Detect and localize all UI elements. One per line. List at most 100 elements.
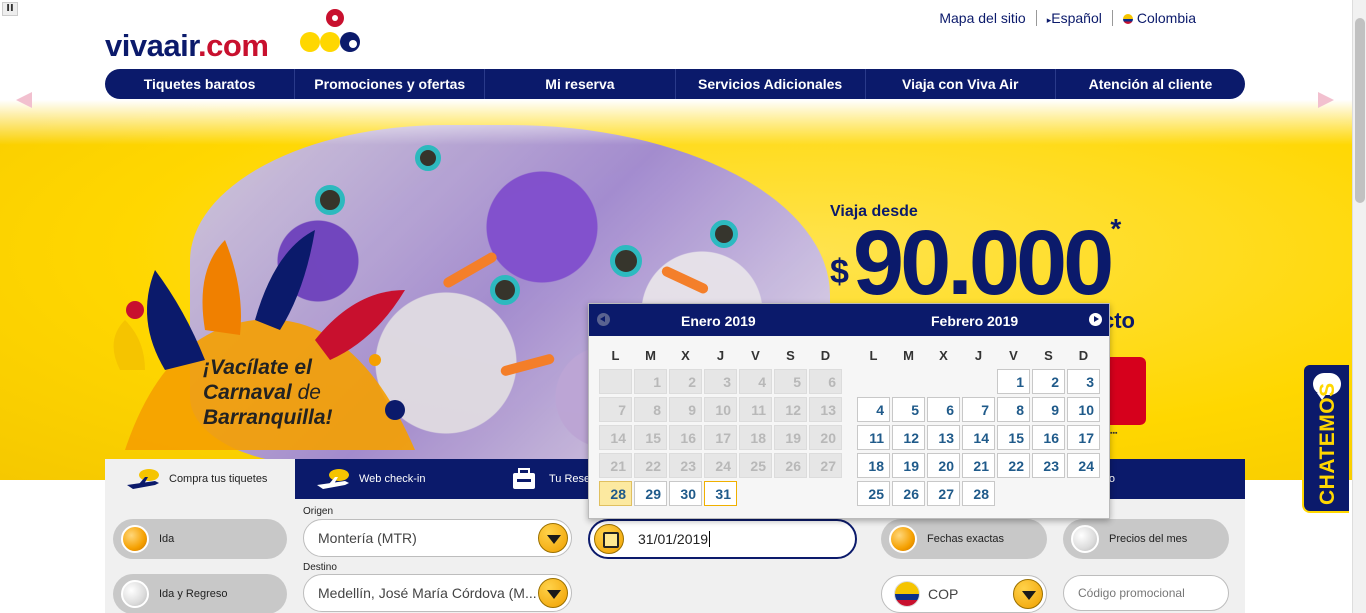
calendar-day: 20 [809,425,842,450]
calendar-day[interactable]: 12 [892,425,925,450]
headline-line3: Barranquilla! [203,406,333,429]
calendar-day[interactable]: 21 [962,453,995,478]
calendar-day[interactable]: 28 [962,481,995,506]
country-link[interactable]: Colombia [1113,10,1206,26]
language-label: Español [1051,10,1102,26]
calendar-day: 9 [669,397,702,422]
origin-value: Montería (MTR) [318,530,417,546]
calendar-day[interactable]: 20 [927,453,960,478]
calendar-day: 25 [739,453,772,478]
calendar-day: 1 [634,369,667,394]
nav-viaja-con-viva[interactable]: Viaja con Viva Air [866,69,1056,99]
calendar-day: 16 [669,425,702,450]
pause-icon[interactable]: II [2,2,18,16]
calendar-day[interactable]: 24 [1067,453,1100,478]
calendar-blank-cell [599,369,632,394]
scrollbar-thumb[interactable] [1355,18,1365,203]
promo-code-placeholder: Código promocional [1078,586,1185,600]
month-february: L M X J V S D 1 2 3 4 5 6 7 8 9 10 11 12 13 14 15 16 17 18 19 20 21… [857,344,1100,506]
calendar-day[interactable]: 28 [599,481,632,506]
calendar-day[interactable]: 1 [997,369,1030,394]
beak [441,250,499,290]
calendar-day[interactable]: 5 [892,397,925,422]
nav-promociones[interactable]: Promociones y ofertas [295,69,486,99]
calendar-day[interactable]: 11 [857,425,890,450]
dropdown-arrow-icon[interactable] [1013,579,1043,609]
calendar-day: 11 [739,397,772,422]
mask [415,145,441,171]
promo-currency: $ [830,253,849,291]
calendar-day[interactable]: 31 [704,481,737,506]
calendar-day: 2 [669,369,702,394]
origin-label: Origen [303,506,334,517]
calendar-day[interactable]: 19 [892,453,925,478]
calendar-day[interactable]: 23 [1032,453,1065,478]
calendar-day: 17 [704,425,737,450]
trip-round-option[interactable]: Ida y Regreso [113,574,287,613]
calendar-day[interactable]: 25 [857,481,890,506]
calendar-day: 19 [774,425,807,450]
trip-one-way-option[interactable]: Ida [113,519,287,559]
calendar-day[interactable]: 16 [1032,425,1065,450]
calendar-day[interactable]: 15 [997,425,1030,450]
dropdown-arrow-icon[interactable] [538,523,568,553]
radio-selected-icon [889,525,917,553]
logo-dots-icon [300,9,360,52]
tab-label: Compra tus tiquetes [169,473,268,485]
calendar-day[interactable]: 9 [1032,397,1065,422]
currency-select[interactable]: COP [881,575,1047,613]
origin-select[interactable]: Montería (MTR) [303,519,572,557]
calendar-day[interactable]: 6 [927,397,960,422]
headline-de: de [297,381,321,404]
next-month-icon[interactable] [1089,313,1102,326]
calendar-day[interactable]: 17 [1067,425,1100,450]
weekday-header: X [681,347,690,363]
calendar-day[interactable]: 3 [1067,369,1100,394]
calendar-day[interactable]: 13 [927,425,960,450]
calendar-day[interactable]: 29 [634,481,667,506]
calendar-day[interactable]: 22 [997,453,1030,478]
vivaair-logo[interactable]: vivaair.com [105,8,365,63]
language-link[interactable]: ▸Español [1037,10,1112,26]
calendar-day[interactable]: 14 [962,425,995,450]
prev-month-icon[interactable] [597,313,610,326]
sitemap-link[interactable]: Mapa del sitio [929,10,1035,26]
calendar-day: 7 [599,397,632,422]
calendar-day[interactable]: 8 [997,397,1030,422]
nav-mi-reserva[interactable]: Mi reserva [485,69,676,99]
calendar-day[interactable]: 27 [927,481,960,506]
chat-button[interactable]: CHATEMOS [1302,363,1349,513]
calendar-day[interactable]: 26 [892,481,925,506]
carousel-prev-icon[interactable] [16,92,32,108]
weekday-header: S [786,347,795,363]
datepicker-header: Enero 2019 Febrero 2019 [589,304,1109,336]
tab-label: Web check-in [359,473,426,485]
nav-tiquetes-baratos[interactable]: Tiquetes baratos [105,69,296,99]
weekday-header: J [974,347,983,363]
promo-code-input[interactable]: Código promocional [1063,575,1229,611]
calendar-day: 26 [774,453,807,478]
month-prices-option[interactable]: Precios del mes [1063,519,1229,559]
departure-date-input[interactable]: 31/01/2019 [588,519,857,559]
tab-compra-tiquetes[interactable]: Compra tus tiquetes [105,459,295,499]
calendar-day[interactable]: 30 [669,481,702,506]
calendar-icon[interactable] [594,524,624,554]
destination-select[interactable]: Medellín, José María Córdova (M... [303,574,572,612]
calendar-day[interactable]: 7 [962,397,995,422]
nav-servicios-adicionales[interactable]: Servicios Adicionales [676,69,866,99]
weekday-header: D [1078,347,1089,363]
calendar-day[interactable]: 2 [1032,369,1065,394]
calendar-day[interactable]: 10 [1067,397,1100,422]
tab-web-checkin[interactable]: Web check-in [295,459,485,499]
destination-value: Medellín, José María Córdova (M... [318,585,537,601]
exact-dates-option[interactable]: Fechas exactas [881,519,1047,559]
calendar-day[interactable]: 18 [857,453,890,478]
dropdown-arrow-icon[interactable] [538,578,568,608]
main-nav: Tiquetes baratos Promociones y ofertas M… [105,69,1245,99]
calendar-blank-cell [857,369,890,394]
scrollbar[interactable] [1352,0,1366,613]
carousel-next-icon[interactable] [1318,92,1334,108]
calendar-day[interactable]: 4 [857,397,890,422]
nav-atencion-cliente[interactable]: Atención al cliente [1056,69,1245,99]
calendar-day: 27 [809,453,842,478]
